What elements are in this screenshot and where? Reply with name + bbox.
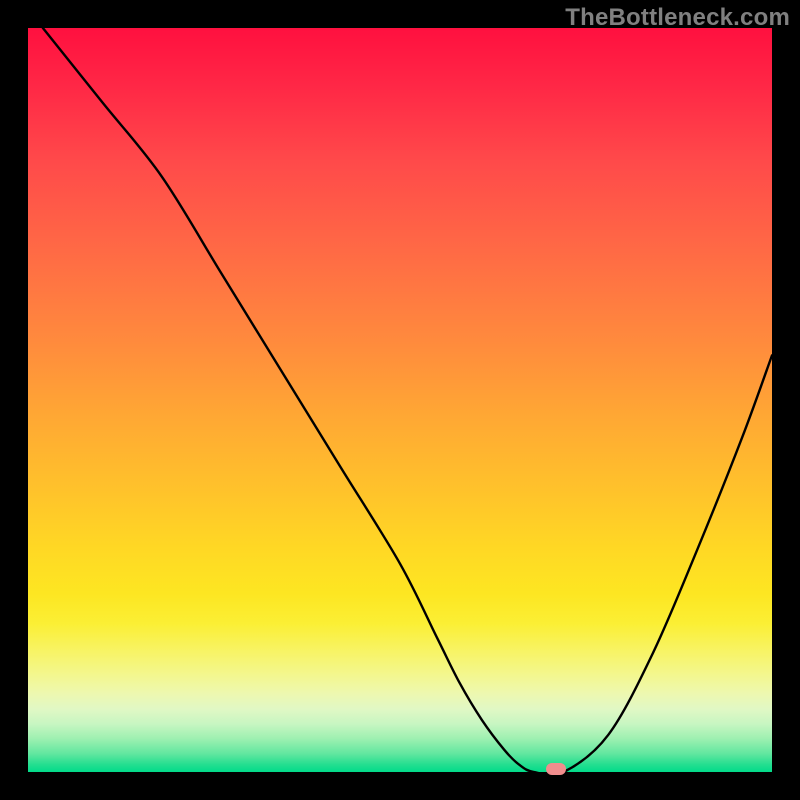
bottleneck-curve — [28, 28, 772, 772]
chart-frame — [28, 28, 772, 772]
optimal-point-marker — [546, 763, 566, 775]
watermark-text: TheBottleneck.com — [565, 4, 790, 32]
